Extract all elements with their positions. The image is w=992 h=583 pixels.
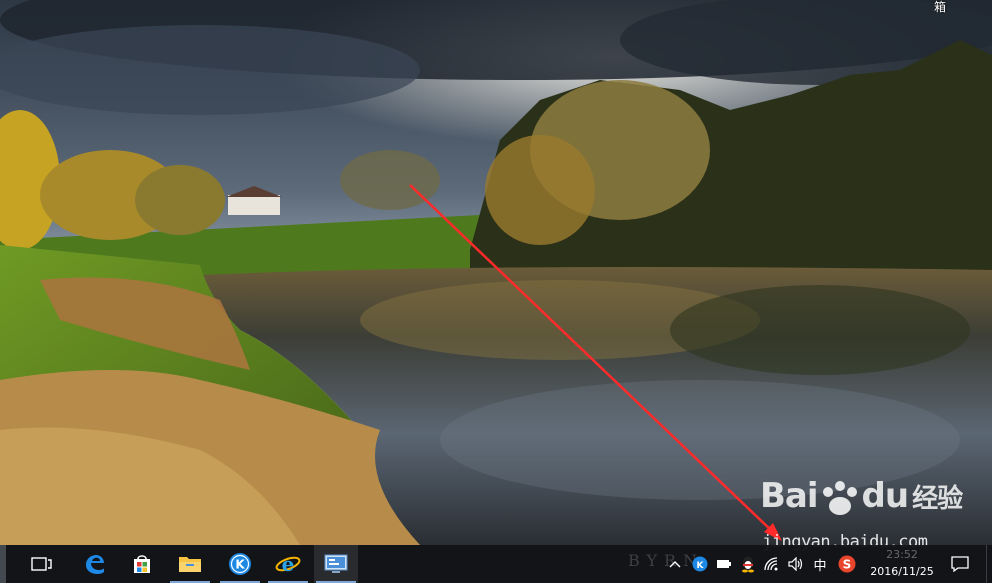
clock-time: 23:52	[886, 548, 918, 561]
edge-icon	[86, 555, 104, 574]
desktop-icon-label[interactable]: 箱	[934, 0, 946, 15]
file-explorer-taskbar-button[interactable]	[168, 545, 212, 583]
kugou-tray-icon: K	[692, 556, 708, 572]
control-panel-taskbar-button[interactable]	[314, 545, 358, 583]
edge-taskbar-button[interactable]	[72, 545, 116, 583]
baidu-jingyan-watermark: Bai du 经验 jingyan.baidu.com	[760, 476, 990, 556]
battery-icon	[717, 560, 731, 568]
ime-indicator[interactable]: 中	[808, 545, 832, 583]
svg-text:e: e	[282, 552, 295, 576]
notification-icon	[951, 556, 969, 572]
show-hidden-icons-button[interactable]	[664, 545, 686, 583]
start-button[interactable]	[0, 545, 6, 583]
task-view-icon	[31, 557, 52, 571]
svg-text:S: S	[843, 558, 852, 572]
clock[interactable]: 23:52 2016/11/25	[862, 546, 942, 582]
desktop-wallpaper	[0, 0, 992, 545]
paw-icon	[822, 480, 857, 515]
wifi-icon	[764, 557, 778, 571]
store-icon	[134, 555, 150, 573]
chevron-up-icon	[669, 561, 681, 568]
internet-explorer-taskbar-button[interactable]: e	[266, 545, 310, 583]
watermark-logo-text2: du	[861, 476, 910, 516]
tray-sogou-button[interactable]: S	[834, 545, 860, 583]
ie-icon: e	[275, 552, 301, 576]
watermark-logo: Bai du 经验	[760, 476, 963, 516]
task-view-button[interactable]	[20, 545, 64, 583]
tray-network-button[interactable]	[760, 545, 784, 583]
speaker-icon	[788, 557, 803, 571]
watermark-logo-text3: 经验	[912, 484, 963, 514]
tray-kugou-button[interactable]: K	[688, 545, 712, 583]
clock-date: 2016/11/25	[870, 565, 934, 578]
show-desktop-button[interactable]	[986, 545, 992, 583]
kugou-taskbar-button[interactable]: K	[218, 545, 262, 583]
folder-icon	[179, 557, 201, 572]
control-panel-icon	[324, 554, 348, 573]
tray-volume-button[interactable]	[784, 545, 808, 583]
qq-penguin-icon	[742, 556, 754, 573]
taskbar: BYRN K e K 中 S 23:52 2016/11/25	[0, 545, 992, 583]
tray-device-button[interactable]	[712, 545, 736, 583]
svg-text:K: K	[697, 561, 705, 571]
store-taskbar-button[interactable]	[120, 545, 164, 583]
sogou-icon: S	[838, 555, 856, 573]
action-center-button[interactable]	[946, 545, 974, 583]
kugou-icon: K	[229, 553, 251, 575]
tray-qq-button[interactable]	[736, 545, 760, 583]
svg-text:K: K	[235, 558, 245, 572]
watermark-logo-text: Bai	[760, 476, 819, 516]
